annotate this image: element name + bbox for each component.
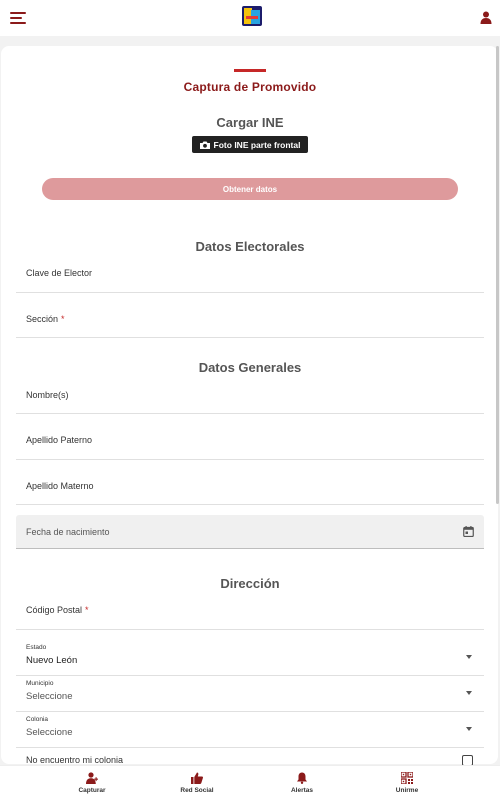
app-logo[interactable] xyxy=(242,6,262,26)
nav-red-social-label: Red Social xyxy=(180,787,214,794)
qr-code-icon xyxy=(401,772,413,784)
apellido-materno-field[interactable]: Apellido Materno xyxy=(16,471,484,505)
thumbs-up-icon xyxy=(191,772,203,784)
required-mark: * xyxy=(85,605,89,615)
no-colonia-label: No encuentro mi colonia xyxy=(26,755,124,765)
colonia-value: Seleccione xyxy=(26,727,73,738)
fecha-nacimiento-field[interactable]: Fecha de nacimiento xyxy=(16,515,484,549)
nav-alertas[interactable]: Alertas xyxy=(272,772,332,800)
nav-alertas-label: Alertas xyxy=(290,787,314,794)
calendar-icon[interactable] xyxy=(463,526,474,537)
codigo-postal-field[interactable]: Código Postal * xyxy=(16,595,484,630)
section-title-direccion: Dirección xyxy=(220,576,280,591)
bottom-nav: Capturar Red Social Alertas Unirme xyxy=(0,765,500,800)
dropdown-arrow-icon xyxy=(466,691,472,695)
nombre-field[interactable]: Nombre(s) xyxy=(16,380,484,414)
fecha-nacimiento-label: Fecha de nacimiento xyxy=(26,527,110,537)
seccion-field[interactable]: Sección * xyxy=(16,304,484,338)
dropdown-arrow-icon xyxy=(466,655,472,659)
apellido-paterno-label: Apellido Paterno xyxy=(26,435,93,445)
apellido-materno-label: Apellido Materno xyxy=(26,481,94,491)
camera-icon xyxy=(199,141,210,149)
hamburger-icon[interactable] xyxy=(10,12,26,24)
seccion-label: Sección xyxy=(26,314,59,324)
add-user-icon xyxy=(86,772,98,784)
estado-label: Estado xyxy=(26,644,47,651)
nav-capturar[interactable]: Capturar xyxy=(62,772,122,800)
obtain-data-button[interactable]: Obtener datos xyxy=(42,178,458,200)
municipio-label: Municipio xyxy=(26,680,54,687)
nav-capturar-label: Capturar xyxy=(78,787,106,794)
user-icon[interactable] xyxy=(480,11,492,24)
nombre-label: Nombre(s) xyxy=(26,390,69,400)
bell-icon xyxy=(297,772,307,784)
section-title-general: Datos Generales xyxy=(198,360,302,375)
colonia-label: Colonia xyxy=(26,716,49,723)
clave-elector-label: Clave de Elector xyxy=(26,268,93,278)
photo-ine-label: Foto INE parte frontal xyxy=(213,139,301,150)
apellido-paterno-field[interactable]: Apellido Paterno xyxy=(16,425,484,460)
municipio-value: Seleccione xyxy=(26,691,73,702)
dropdown-arrow-icon xyxy=(466,727,472,731)
section-title-ine: Cargar INE xyxy=(216,115,284,130)
colonia-select[interactable]: Colonia Seleccione xyxy=(16,712,484,748)
nav-red-social[interactable]: Red Social xyxy=(167,772,227,800)
required-mark: * xyxy=(61,314,65,324)
page-title: Captura de Promovido xyxy=(183,80,317,94)
codigo-postal-label: Código Postal xyxy=(26,605,83,615)
top-bar xyxy=(0,0,500,36)
photo-ine-button[interactable]: Foto INE parte frontal xyxy=(192,136,308,153)
nav-unirme-label: Unirme xyxy=(395,787,419,794)
title-accent-line xyxy=(234,69,266,72)
section-title-electoral: Datos Electorales xyxy=(195,239,305,254)
estado-select[interactable]: Estado Nuevo León xyxy=(16,640,484,676)
estado-value: Nuevo León xyxy=(26,655,78,666)
clave-elector-field[interactable]: Clave de Elector xyxy=(16,259,484,293)
nav-unirme[interactable]: Unirme xyxy=(377,772,437,800)
municipio-select[interactable]: Municipio Seleccione xyxy=(16,676,484,712)
